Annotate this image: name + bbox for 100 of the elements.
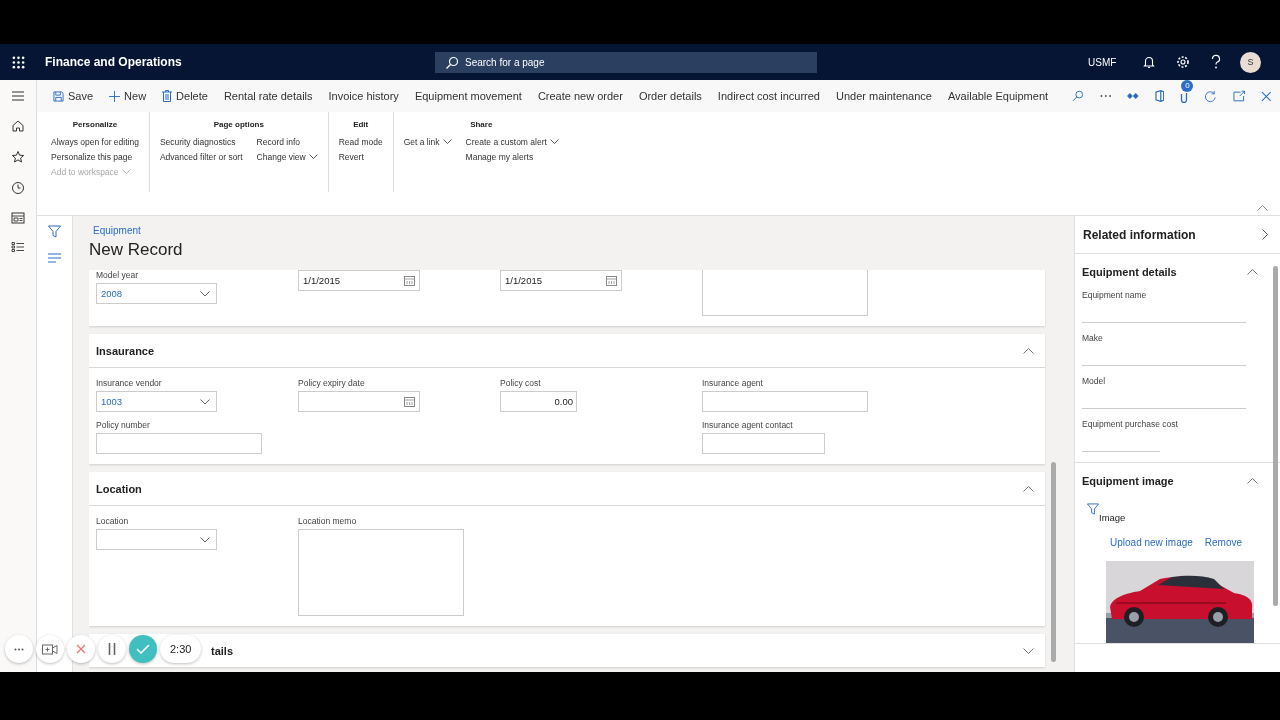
action-button[interactable]: Indirect cost incurred xyxy=(709,84,828,108)
field-label: Model year xyxy=(96,270,140,280)
section-title[interactable]: tails xyxy=(211,644,233,657)
close-icon[interactable] xyxy=(1261,90,1272,102)
clock-icon[interactable] xyxy=(11,181,25,195)
chevron-icon[interactable] xyxy=(1023,485,1034,492)
breadcrumb-link[interactable]: Equipment xyxy=(89,225,1074,236)
date-field[interactable]: 1/1/2015 xyxy=(298,270,420,291)
ribbon-button[interactable]: Always open for editing xyxy=(49,135,141,149)
action-button[interactable]: Rental rate details xyxy=(215,84,321,108)
search-field[interactable]: Search for a page xyxy=(435,51,817,73)
field-label: Insurance agent contact xyxy=(702,420,794,430)
chevron-icon[interactable] xyxy=(1247,269,1258,275)
lines-icon[interactable] xyxy=(48,253,61,263)
trash-icon xyxy=(162,90,173,102)
notification-icon[interactable] xyxy=(1142,55,1156,69)
chevron-down-icon xyxy=(200,536,210,543)
chevron-right-icon[interactable] xyxy=(1262,229,1268,240)
help-icon[interactable] xyxy=(1210,54,1222,70)
collapse-icon[interactable] xyxy=(1257,205,1268,211)
field-label: Policy expiry date xyxy=(298,378,366,388)
diamond-icon[interactable] xyxy=(1127,92,1139,100)
workspace-icon[interactable] xyxy=(11,212,25,224)
plus-icon xyxy=(109,90,121,102)
app-title: Finance and Operations xyxy=(45,55,183,69)
scrollbar[interactable] xyxy=(1273,266,1278,606)
ribbon-button[interactable]: Change view xyxy=(254,150,320,164)
field-label: Insurance vendor xyxy=(96,378,163,388)
date-field[interactable]: 1/1/2015 xyxy=(500,270,622,291)
more-icon[interactable] xyxy=(1099,94,1112,98)
page-title: New Record xyxy=(89,240,184,260)
filter-icon[interactable] xyxy=(48,225,61,238)
action-button[interactable]: Delete xyxy=(154,84,216,108)
ribbon-button[interactable]: Security diagnostics xyxy=(157,135,245,149)
group-title: Share xyxy=(470,120,493,129)
action-button[interactable]: Save xyxy=(45,84,102,108)
list-icon[interactable] xyxy=(11,241,25,253)
panel-title: Related information xyxy=(1083,227,1196,242)
home-icon[interactable] xyxy=(11,119,25,133)
dropdown-field[interactable] xyxy=(96,529,217,550)
panel-title[interactable]: Equipment image xyxy=(1082,475,1174,487)
number-field[interactable]: 0.00 xyxy=(500,391,577,412)
refresh-icon[interactable] xyxy=(1204,89,1217,103)
search-icon[interactable] xyxy=(1072,90,1084,102)
chevron-down-icon xyxy=(200,290,210,297)
image-link[interactable]: Remove xyxy=(1204,537,1243,548)
panel-title[interactable]: Equipment details xyxy=(1082,266,1177,278)
action-button[interactable]: New xyxy=(101,84,155,108)
settings-icon[interactable] xyxy=(1176,55,1190,69)
user-avatar[interactable]: S xyxy=(1240,51,1261,73)
section-title[interactable]: Insaurance xyxy=(96,344,155,357)
ribbon-button[interactable]: Get a link xyxy=(401,135,454,149)
chevron-icon[interactable] xyxy=(1247,478,1258,484)
scrollbar[interactable] xyxy=(1051,462,1056,662)
star-icon[interactable] xyxy=(11,150,25,164)
ribbon-button[interactable]: Manage my alerts xyxy=(463,150,561,164)
more-icon xyxy=(14,647,24,651)
menu-icon[interactable] xyxy=(11,90,25,102)
app-launcher-icon[interactable] xyxy=(12,55,25,69)
check-icon xyxy=(136,644,150,654)
chevron-icon[interactable] xyxy=(1023,347,1034,354)
field-label: Insurance agent xyxy=(702,378,764,388)
ribbon-button[interactable]: Record info xyxy=(254,135,320,149)
field-label: Equipment name xyxy=(1082,290,1148,300)
image-link[interactable]: Upload new image xyxy=(1110,537,1193,548)
company-code[interactable]: USMF xyxy=(1088,56,1122,68)
action-button[interactable]: Equipment movement xyxy=(406,84,530,108)
ribbon-button[interactable]: Advanced filter or sort xyxy=(157,150,245,164)
search-icon xyxy=(445,55,459,70)
dropdown-field[interactable]: 2008 xyxy=(96,283,217,304)
dropdown-field[interactable]: 1003 xyxy=(96,391,217,412)
chevron-down-icon xyxy=(121,169,131,175)
office-icon[interactable] xyxy=(1154,90,1165,102)
action-button[interactable]: Order details xyxy=(630,84,710,108)
ribbon-button[interactable]: Read mode xyxy=(336,135,385,149)
text-field[interactable] xyxy=(702,433,825,454)
filter-icon[interactable] xyxy=(1087,503,1099,515)
action-button[interactable]: Create new order xyxy=(529,84,631,108)
open-in-new-window-icon[interactable] xyxy=(1232,90,1246,102)
date-field[interactable] xyxy=(298,391,420,412)
chevron-icon[interactable] xyxy=(1023,647,1034,654)
text-field[interactable] xyxy=(702,391,868,412)
text-field[interactable] xyxy=(96,433,262,454)
action-button[interactable]: Under maintenance xyxy=(827,84,940,108)
save-icon xyxy=(53,90,64,102)
calendar-icon xyxy=(404,396,415,407)
ribbon-button[interactable]: Create a custom alert xyxy=(463,135,561,149)
section-title[interactable]: Location xyxy=(96,482,142,495)
chevron-down-icon xyxy=(308,154,318,160)
ribbon-button[interactable]: Revert xyxy=(336,150,385,164)
ribbon-button[interactable]: Personalize this page xyxy=(49,150,141,164)
group-title: Personalize xyxy=(72,120,118,129)
pause-icon xyxy=(108,643,116,655)
field-label: Model xyxy=(1082,376,1107,386)
action-button[interactable]: Available Equipment xyxy=(940,84,1057,108)
group-title: Edit xyxy=(353,120,369,129)
chevron-down-icon xyxy=(200,398,210,405)
field-label: Location xyxy=(96,516,130,526)
action-button[interactable]: Invoice history xyxy=(320,84,407,108)
calendar-icon xyxy=(404,275,415,286)
